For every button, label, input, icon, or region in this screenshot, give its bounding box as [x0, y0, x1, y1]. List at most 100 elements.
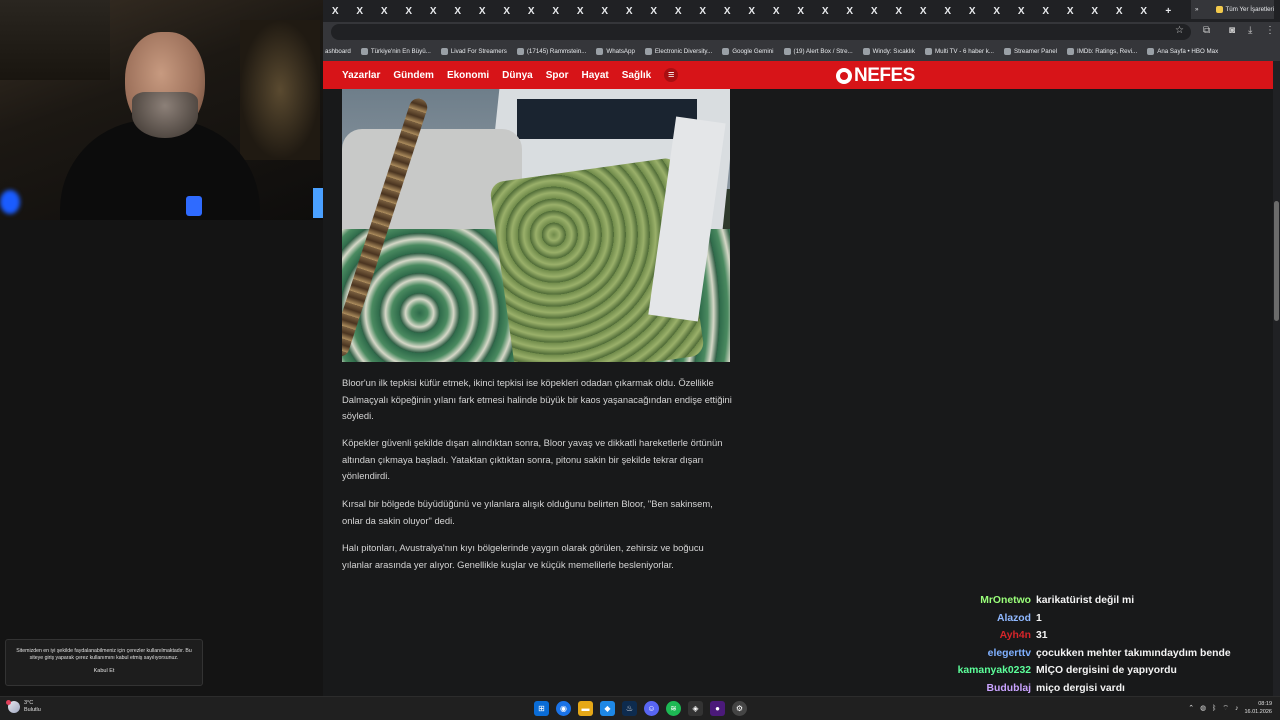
browser-tab[interactable]: X [397, 6, 422, 17]
browser-tab[interactable]: X [740, 6, 765, 17]
nav-link[interactable]: Dünya [502, 70, 533, 81]
nav-link[interactable]: Gündem [393, 70, 434, 81]
browser-tab[interactable]: X [446, 6, 471, 17]
browser-tab[interactable]: X [519, 6, 544, 17]
network-icon[interactable]: ◍ [1200, 704, 1206, 712]
spotify-icon[interactable]: ≋ [666, 701, 681, 716]
steam-icon[interactable]: ♨ [622, 701, 637, 716]
new-tab-icon[interactable]: + [1156, 6, 1181, 17]
site-logo[interactable]: NEFES [836, 65, 915, 86]
chrome-icon[interactable]: ◉ [556, 701, 571, 716]
bookmark-item[interactable]: ashboard [325, 48, 351, 55]
browser-tab[interactable]: X [642, 6, 667, 17]
weather-widget[interactable]: 3°C Bulutlu [6, 700, 41, 714]
bookmark-item[interactable]: Google Gemini [722, 48, 774, 55]
store-icon[interactable]: ◆ [600, 701, 615, 716]
browser-tab[interactable]: X [1132, 6, 1157, 17]
browser-tab[interactable]: X [617, 6, 642, 17]
chat-username: Budublaj [986, 682, 1031, 694]
browser-tab[interactable]: X [764, 6, 789, 17]
browser-tab[interactable]: X [715, 6, 740, 17]
weather-text: 3°C Bulutlu [24, 700, 41, 714]
browser-tab[interactable]: X [691, 6, 716, 17]
bookmark-item[interactable]: Ana Sayfa • HBO Max [1147, 48, 1218, 55]
browser-tab[interactable]: X [838, 6, 863, 17]
bluetooth-icon[interactable]: ᛒ [1212, 705, 1216, 712]
start-icon[interactable]: ⊞ [534, 701, 549, 716]
bookmark-item[interactable]: WhatsApp [596, 48, 635, 55]
browser-tab[interactable]: X [470, 6, 495, 17]
bookmark-item[interactable]: (17145) Rammstein... [516, 48, 586, 55]
bookmark-label: ashboard [325, 48, 351, 55]
obs-icon[interactable]: ● [710, 701, 725, 716]
browser-tab[interactable]: X [1083, 6, 1108, 17]
hamburger-menu-icon[interactable]: ≡ [664, 68, 679, 82]
page-icon [644, 48, 652, 55]
file-explorer-icon[interactable]: ▬ [578, 701, 593, 716]
menu-dots-icon[interactable]: ⋮ [1265, 25, 1275, 36]
volume-icon[interactable]: ♪ [1235, 705, 1239, 712]
clock[interactable]: 08:19 16.01.2026 [1244, 700, 1272, 716]
side-light [313, 188, 323, 218]
all-bookmarks-label: Tüm Yer İşaretleri [1225, 6, 1275, 13]
browser-tab[interactable]: X [1058, 6, 1083, 17]
browser-tab[interactable]: X [936, 6, 961, 17]
chevron-up-icon[interactable]: ⌃ [1188, 704, 1194, 712]
bookmark-item[interactable]: IMDb: Ratings, Revi... [1067, 48, 1137, 55]
browser-tab[interactable]: X [495, 6, 520, 17]
browser-tab[interactable]: X [1034, 6, 1059, 17]
discord-icon[interactable]: ☺ [644, 701, 659, 716]
webcam-overlay [0, 0, 323, 220]
browser-tab[interactable]: X [372, 6, 397, 17]
browser-tab[interactable]: X [911, 6, 936, 17]
bookmark-item[interactable]: Windy: Sıcaklık [862, 48, 915, 55]
nav-link[interactable]: Yazarlar [342, 70, 380, 81]
bookmark-item[interactable]: Multi TV - 6 haber k... [924, 48, 994, 55]
browser-tab[interactable]: X [666, 6, 691, 17]
bookmark-item[interactable]: Streamer Panel [1004, 48, 1057, 55]
chat-username: elegerttv [987, 647, 1031, 659]
extensions-icon[interactable]: ⧉ [1203, 25, 1210, 36]
browser-tab[interactable]: X [544, 6, 569, 17]
address-bar[interactable] [331, 24, 1191, 40]
bookmark-item[interactable]: (19) Alert Box / Stre... [783, 48, 853, 55]
browser-tab[interactable]: X [568, 6, 593, 17]
taskbar: 3°C Bulutlu ⊞ ◉ ▬ ◆ ♨ ☺ ≋ ◈ ● ⚙ ⌃ ◍ ᛒ ⌔ … [0, 696, 1280, 720]
chat-text: 1 [1036, 612, 1042, 624]
browser-tab[interactable]: X [1009, 6, 1034, 17]
all-bookmarks-button[interactable]: Tüm Yer İşaretleri [1215, 6, 1275, 13]
nav-link[interactable]: Hayat [582, 70, 609, 81]
browser-tab[interactable]: X [348, 6, 373, 17]
browser-tab[interactable]: X [593, 6, 618, 17]
chat-message: Ayh4n 31 [940, 627, 1280, 645]
clock-date: 16.01.2026 [1244, 709, 1272, 715]
wifi-icon[interactable]: ⌔ [1222, 704, 1229, 713]
browser-tab[interactable]: X [789, 6, 814, 17]
browser-tab[interactable]: X [421, 6, 446, 17]
bookmark-item[interactable]: Electronic Diversity... [644, 48, 712, 55]
bookmark-item[interactable]: Livad For Streamers [440, 48, 507, 55]
browser-tab[interactable]: X [1107, 6, 1132, 17]
download-icon[interactable]: ⤓ [1248, 25, 1252, 36]
scrollbar-thumb[interactable] [1274, 201, 1279, 321]
bookmark-label: WhatsApp [606, 48, 635, 55]
bookmark-item[interactable]: Türkiye'nin En Büyü... [360, 48, 431, 55]
browser-tab[interactable]: X [862, 6, 887, 17]
profile-icon[interactable]: ◙ [1229, 25, 1235, 36]
browser-tab[interactable]: X [813, 6, 838, 17]
app-icon[interactable]: ◈ [688, 701, 703, 716]
chat-message: Budublaj miço dergisi vardı [940, 680, 1280, 698]
nav-link[interactable]: Ekonomi [447, 70, 489, 81]
browser-tab[interactable]: X [323, 6, 348, 17]
star-icon[interactable]: ☆ [1175, 25, 1184, 36]
browser-tab[interactable]: X [985, 6, 1010, 17]
livad-icon [440, 48, 448, 55]
settings-icon[interactable]: ⚙ [732, 701, 747, 716]
browser-tab[interactable]: X [887, 6, 912, 17]
nav-link[interactable]: Sağlık [622, 70, 651, 81]
nav-link[interactable]: Spor [546, 70, 569, 81]
address-bar-row: ☆ ⧉ ◙ ⤓ ⋮ [323, 22, 1280, 42]
bookmarks-overflow-button[interactable]: » [1195, 6, 1198, 13]
cookie-accept-button[interactable]: Kabul Et [14, 668, 194, 675]
browser-tab[interactable]: X [960, 6, 985, 17]
